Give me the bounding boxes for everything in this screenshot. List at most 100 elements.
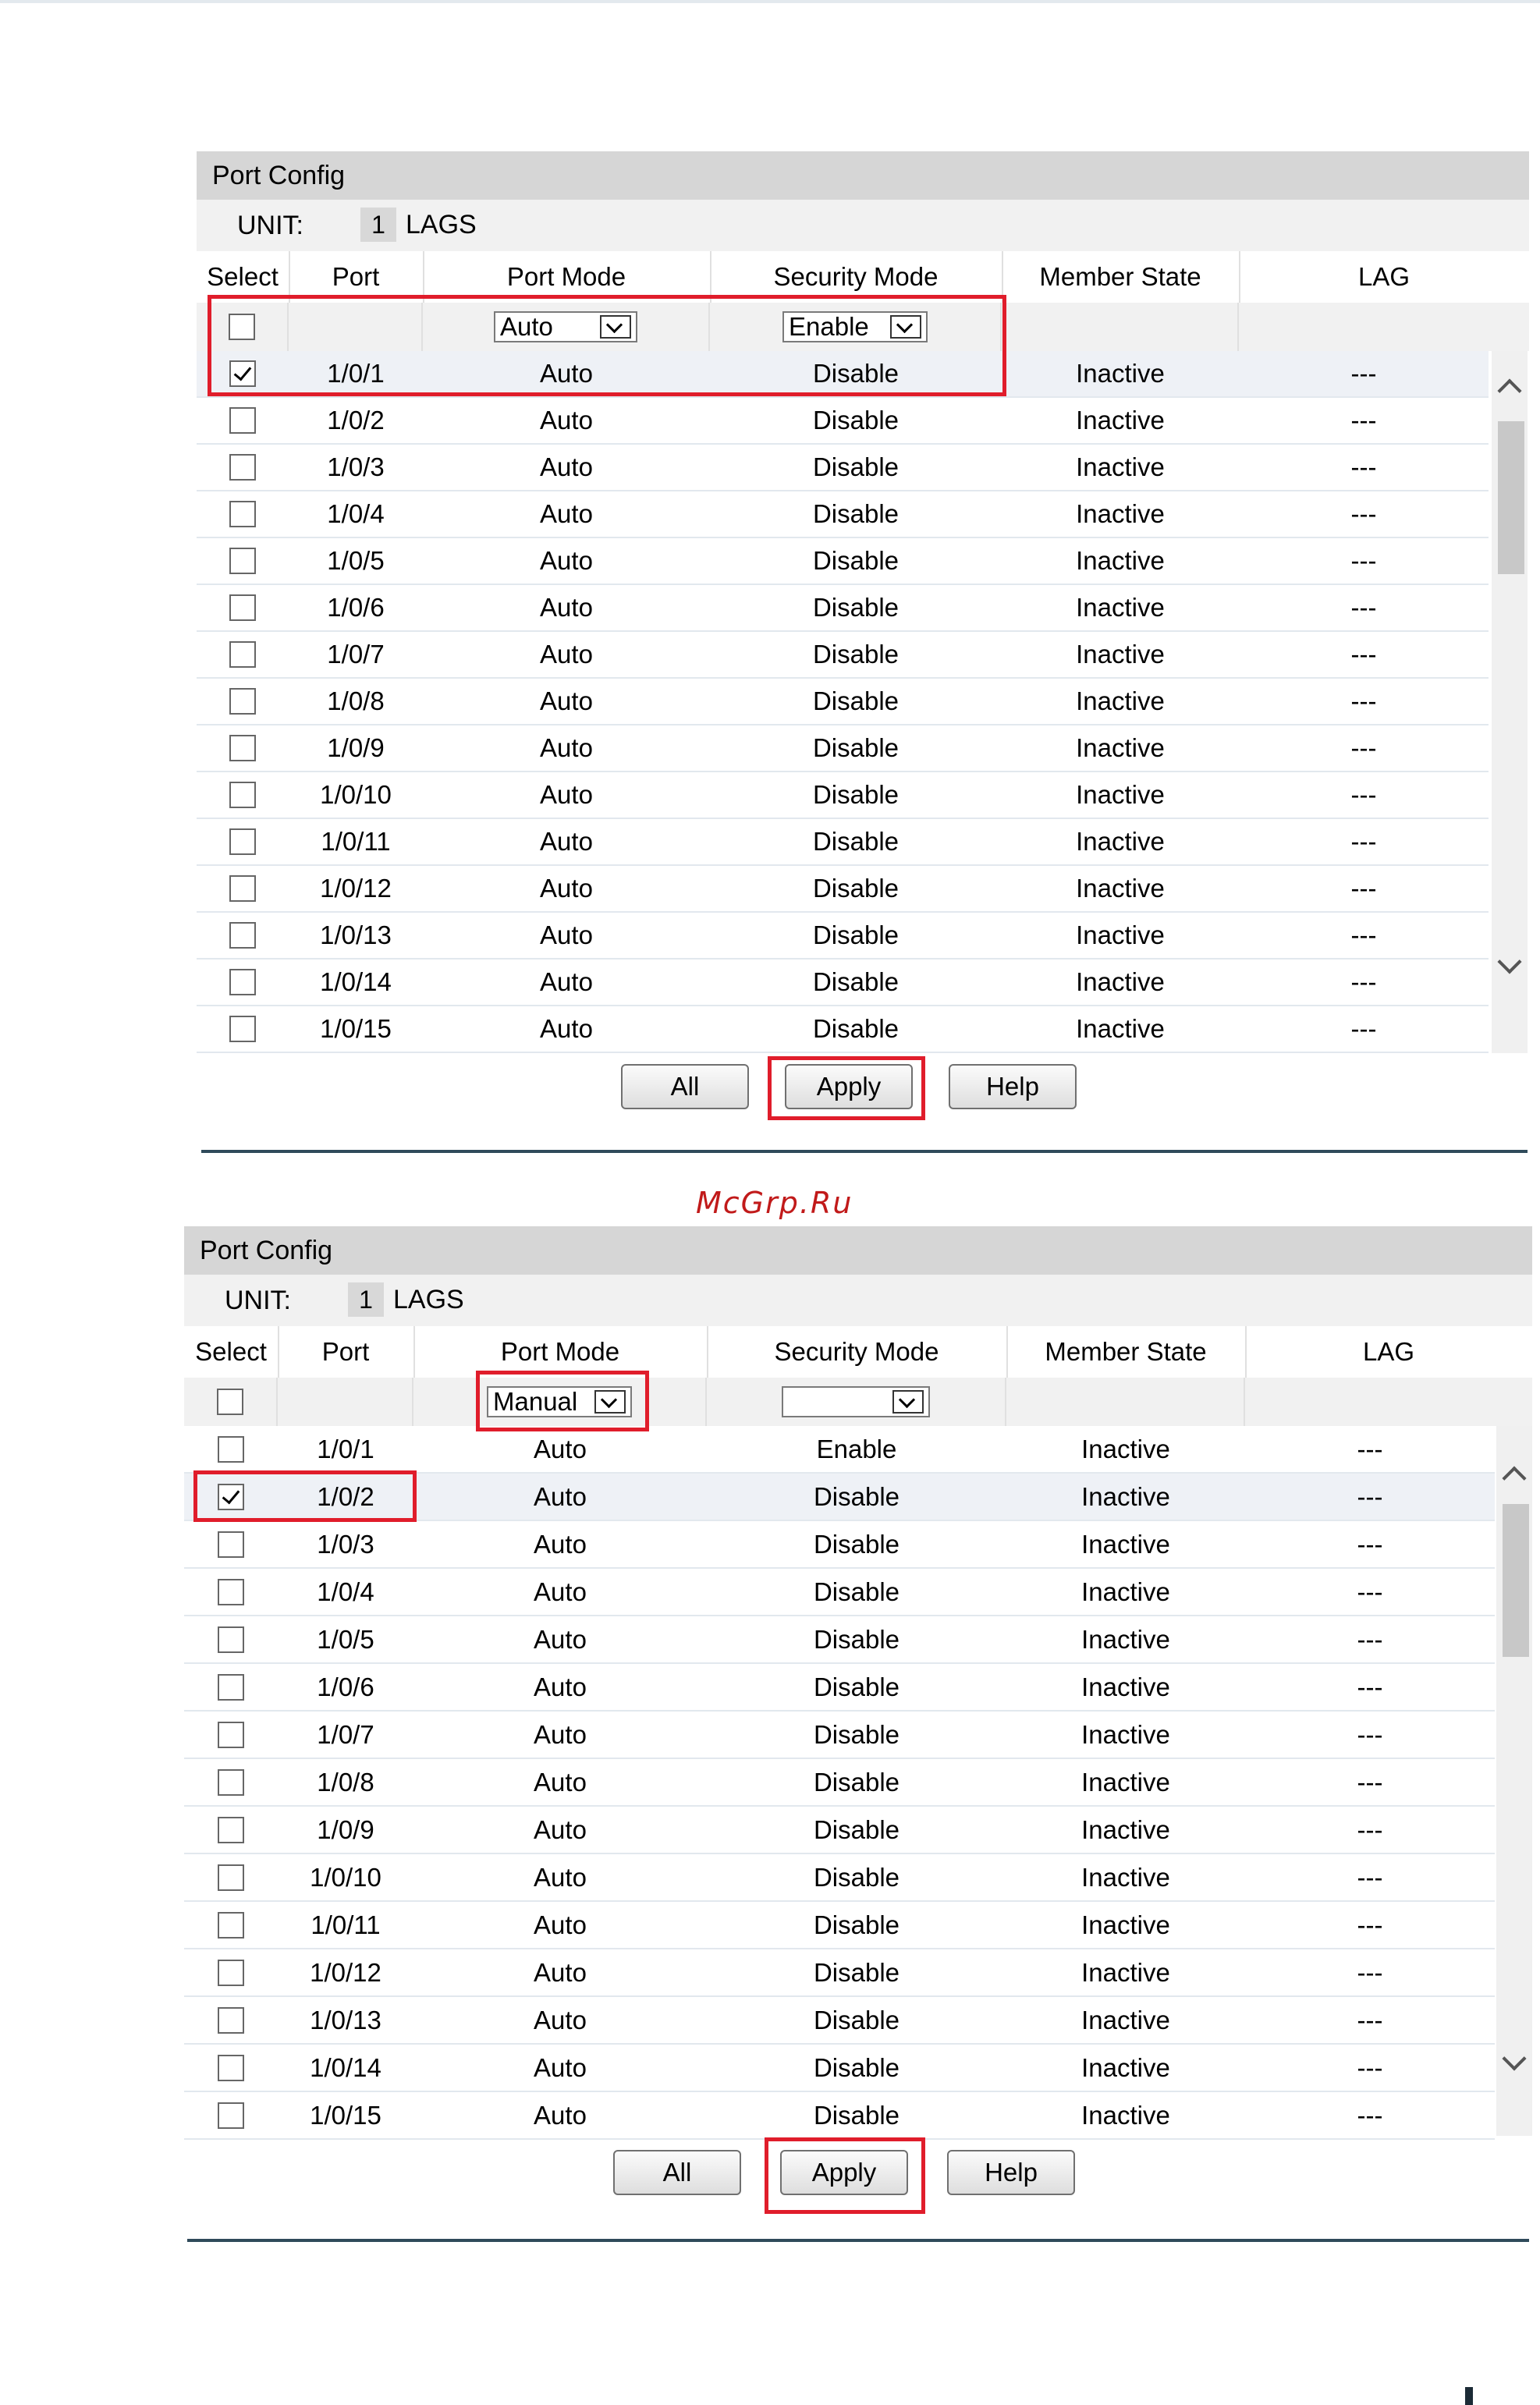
row-select-checkbox[interactable]	[229, 782, 256, 808]
row-select-checkbox[interactable]	[229, 548, 256, 574]
scroll-thumb[interactable]	[1498, 421, 1524, 574]
table-row[interactable]: 1/0/5 Auto Disable Inactive ---	[184, 1616, 1495, 1664]
table-row[interactable]: 1/0/13 Auto Disable Inactive ---	[184, 1997, 1495, 2045]
row-select-checkbox[interactable]	[229, 1016, 256, 1042]
all-button[interactable]: All	[613, 2150, 741, 2195]
row-select-checkbox[interactable]	[218, 2006, 244, 2034]
row-select-checkbox[interactable]	[218, 1721, 244, 1748]
table-row[interactable]: 1/0/9 Auto Disable Inactive ---	[184, 1807, 1495, 1854]
scroll-thumb[interactable]	[1503, 1504, 1529, 1657]
table-row[interactable]: 1/0/14 Auto Disable Inactive ---	[197, 960, 1489, 1006]
row-select-checkbox[interactable]	[229, 875, 256, 902]
table-row[interactable]: 1/0/5 Auto Disable Inactive ---	[197, 538, 1489, 585]
member-state-cell: Inactive	[1076, 499, 1165, 528]
member-state-cell: Inactive	[1076, 640, 1165, 669]
member-state-cell: Inactive	[1076, 874, 1165, 903]
row-select-checkbox[interactable]	[218, 1816, 244, 1843]
table-row[interactable]: 1/0/9 Auto Disable Inactive ---	[197, 725, 1489, 772]
row-select-checkbox[interactable]	[218, 1435, 244, 1463]
row-select-checkbox[interactable]	[229, 922, 256, 949]
row-select-checkbox[interactable]	[218, 1626, 244, 1653]
top-rule	[0, 0, 1540, 3]
scroll-down-icon[interactable]	[1497, 949, 1522, 974]
lag-cell: ---	[1357, 2100, 1383, 2130]
row-select-checkbox[interactable]	[218, 1578, 244, 1605]
security-mode-cell: Disable	[812, 546, 900, 575]
select-checkbox	[197, 772, 289, 818]
select-checkbox	[197, 866, 289, 911]
unit-1-button[interactable]: 1	[360, 208, 396, 242]
lag-cell: ---	[1357, 1862, 1383, 1892]
table-row[interactable]: 1/0/6 Auto Disable Inactive ---	[197, 585, 1489, 632]
port-mode-cell: Auto	[540, 640, 593, 669]
lag-cell: ---	[1357, 1957, 1383, 1987]
port-mode-cell: Auto	[534, 2052, 587, 2082]
table-row[interactable]: 1/0/12 Auto Disable Inactive ---	[197, 866, 1489, 913]
unit-selector-row: UNIT: 1 LAGS	[197, 200, 1529, 251]
table-row[interactable]: 1/0/1 Auto Enable Inactive ---	[184, 1426, 1495, 1474]
row-select-checkbox[interactable]	[218, 1959, 244, 1986]
table-row[interactable]: 1/0/10 Auto Disable Inactive ---	[197, 772, 1489, 819]
scroll-up-icon[interactable]	[1502, 1466, 1527, 1491]
row-select-checkbox[interactable]	[229, 594, 256, 621]
row-select-checkbox[interactable]	[229, 454, 256, 481]
row-select-checkbox[interactable]	[218, 1673, 244, 1701]
row-select-checkbox[interactable]	[218, 1531, 244, 1558]
table-row[interactable]: 1/0/11 Auto Disable Inactive ---	[197, 819, 1489, 866]
table-scrollbar[interactable]	[1496, 1426, 1532, 2136]
row-select-checkbox[interactable]	[229, 969, 256, 995]
table-scrollbar[interactable]	[1492, 351, 1528, 1053]
row-select-checkbox[interactable]	[218, 1768, 244, 1796]
all-button[interactable]: All	[621, 1064, 749, 1109]
row-select-checkbox[interactable]	[229, 641, 256, 668]
help-button[interactable]: Help	[947, 2150, 1075, 2195]
table-row[interactable]: 1/0/12 Auto Disable Inactive ---	[184, 1949, 1495, 1997]
select-all-checkbox[interactable]	[217, 1389, 243, 1415]
select-checkbox	[184, 1997, 278, 2043]
row-select-checkbox[interactable]	[218, 1864, 244, 1891]
lag-cell: ---	[1350, 780, 1377, 809]
table-row[interactable]: 1/0/7 Auto Disable Inactive ---	[184, 1712, 1495, 1759]
lags-link[interactable]: LAGS	[393, 1282, 464, 1317]
table-row[interactable]: 1/0/11 Auto Disable Inactive ---	[184, 1902, 1495, 1949]
row-select-checkbox[interactable]	[229, 501, 256, 527]
row-select-checkbox[interactable]	[229, 407, 256, 434]
select-checkbox	[197, 913, 289, 958]
table-row[interactable]: 1/0/14 Auto Disable Inactive ---	[184, 2045, 1495, 2092]
table-row[interactable]: 1/0/13 Auto Disable Inactive ---	[197, 913, 1489, 960]
row-select-checkbox[interactable]	[229, 688, 256, 715]
table-row[interactable]: 1/0/10 Auto Disable Inactive ---	[184, 1854, 1495, 1902]
row-select-checkbox[interactable]	[229, 828, 256, 855]
table-row[interactable]: 1/0/2 Auto Disable Inactive ---	[197, 398, 1489, 445]
port-mode-cell: Auto	[534, 1624, 587, 1654]
scroll-up-icon[interactable]	[1497, 378, 1522, 403]
unit-1-button[interactable]: 1	[348, 1282, 384, 1317]
highlight-apply-box	[765, 2137, 925, 2214]
header-select: Select	[184, 1326, 279, 1378]
row-select-checkbox[interactable]	[218, 2054, 244, 2081]
row-select-checkbox[interactable]	[218, 1911, 244, 1939]
table-row[interactable]: 1/0/8 Auto Disable Inactive ---	[184, 1759, 1495, 1807]
table-row[interactable]: 1/0/4 Auto Disable Inactive ---	[197, 491, 1489, 538]
table-row[interactable]: 1/0/15 Auto Disable Inactive ---	[184, 2092, 1495, 2140]
lags-link[interactable]: LAGS	[406, 208, 477, 242]
lag-cell: ---	[1357, 1481, 1383, 1511]
scroll-down-icon[interactable]	[1502, 2046, 1527, 2071]
help-button[interactable]: Help	[949, 1064, 1077, 1109]
table-row[interactable]: 1/0/6 Auto Disable Inactive ---	[184, 1664, 1495, 1712]
table-row[interactable]: 1/0/15 Auto Disable Inactive ---	[197, 1006, 1489, 1053]
table-row[interactable]: 1/0/4 Auto Disable Inactive ---	[184, 1569, 1495, 1616]
table-row[interactable]: 1/0/3 Auto Disable Inactive ---	[184, 1521, 1495, 1569]
highlight-row-box	[193, 1470, 417, 1522]
table-row[interactable]: 1/0/3 Auto Disable Inactive ---	[197, 445, 1489, 491]
table-row[interactable]: 1/0/7 Auto Disable Inactive ---	[197, 632, 1489, 679]
security-mode-select[interactable]	[782, 1386, 930, 1417]
row-select-checkbox[interactable]	[229, 735, 256, 761]
lag-cell: ---	[1350, 406, 1377, 435]
unit-label: UNIT:	[225, 1286, 291, 1315]
unit-selector-row: UNIT: 1 LAGS	[184, 1275, 1532, 1326]
table-row[interactable]: 1/0/8 Auto Disable Inactive ---	[197, 679, 1489, 725]
lag-cell: ---	[1350, 733, 1377, 762]
row-select-checkbox[interactable]	[218, 2102, 244, 2129]
lag-cell: ---	[1357, 1529, 1383, 1559]
